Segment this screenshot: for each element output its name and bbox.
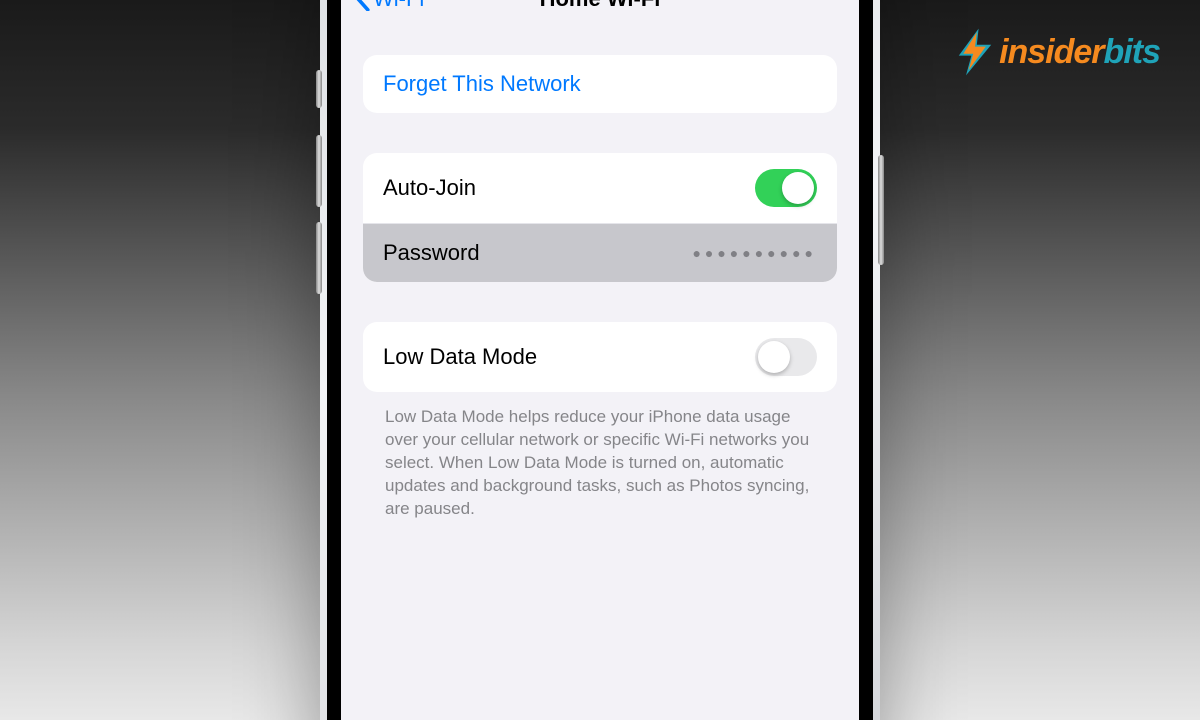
password-masked-value: ●●●●●●●●●● [692, 245, 817, 261]
settings-content: Forget This Network Auto-Join Password ●… [341, 41, 859, 720]
page-title: Home Wi-Fi [540, 0, 661, 12]
brand-logo: insiderbits [957, 28, 1160, 76]
auto-join-label: Auto-Join [383, 175, 476, 201]
low-data-toggle[interactable] [755, 338, 817, 376]
forget-group: Forget This Network [363, 55, 837, 113]
back-button[interactable]: Wi-Fi [355, 0, 424, 12]
chevron-left-icon [355, 0, 371, 11]
password-label: Password [383, 240, 480, 266]
mute-switch [316, 70, 322, 108]
auto-join-row: Auto-Join [363, 153, 837, 223]
phone-mockup: 9:41 [320, 0, 880, 720]
volume-up-button [316, 135, 322, 207]
password-row[interactable]: Password ●●●●●●●●●● [363, 223, 837, 282]
side-button [878, 155, 884, 265]
low-data-group: Low Data Mode [363, 322, 837, 392]
connection-group: Auto-Join Password ●●●●●●●●●● [363, 153, 837, 282]
low-data-footer: Low Data Mode helps reduce your iPhone d… [363, 400, 837, 521]
phone-screen: 9:41 [341, 0, 859, 720]
navigation-bar: Wi-Fi Home Wi-Fi [341, 0, 859, 27]
forget-network-label: Forget This Network [383, 71, 581, 97]
auto-join-toggle[interactable] [755, 169, 817, 207]
volume-down-button [316, 222, 322, 294]
bolt-icon [957, 28, 993, 76]
low-data-row: Low Data Mode [363, 322, 837, 392]
brand-name: insiderbits [999, 33, 1160, 72]
forget-network-button[interactable]: Forget This Network [363, 55, 837, 113]
low-data-label: Low Data Mode [383, 344, 537, 370]
back-label: Wi-Fi [373, 0, 424, 12]
